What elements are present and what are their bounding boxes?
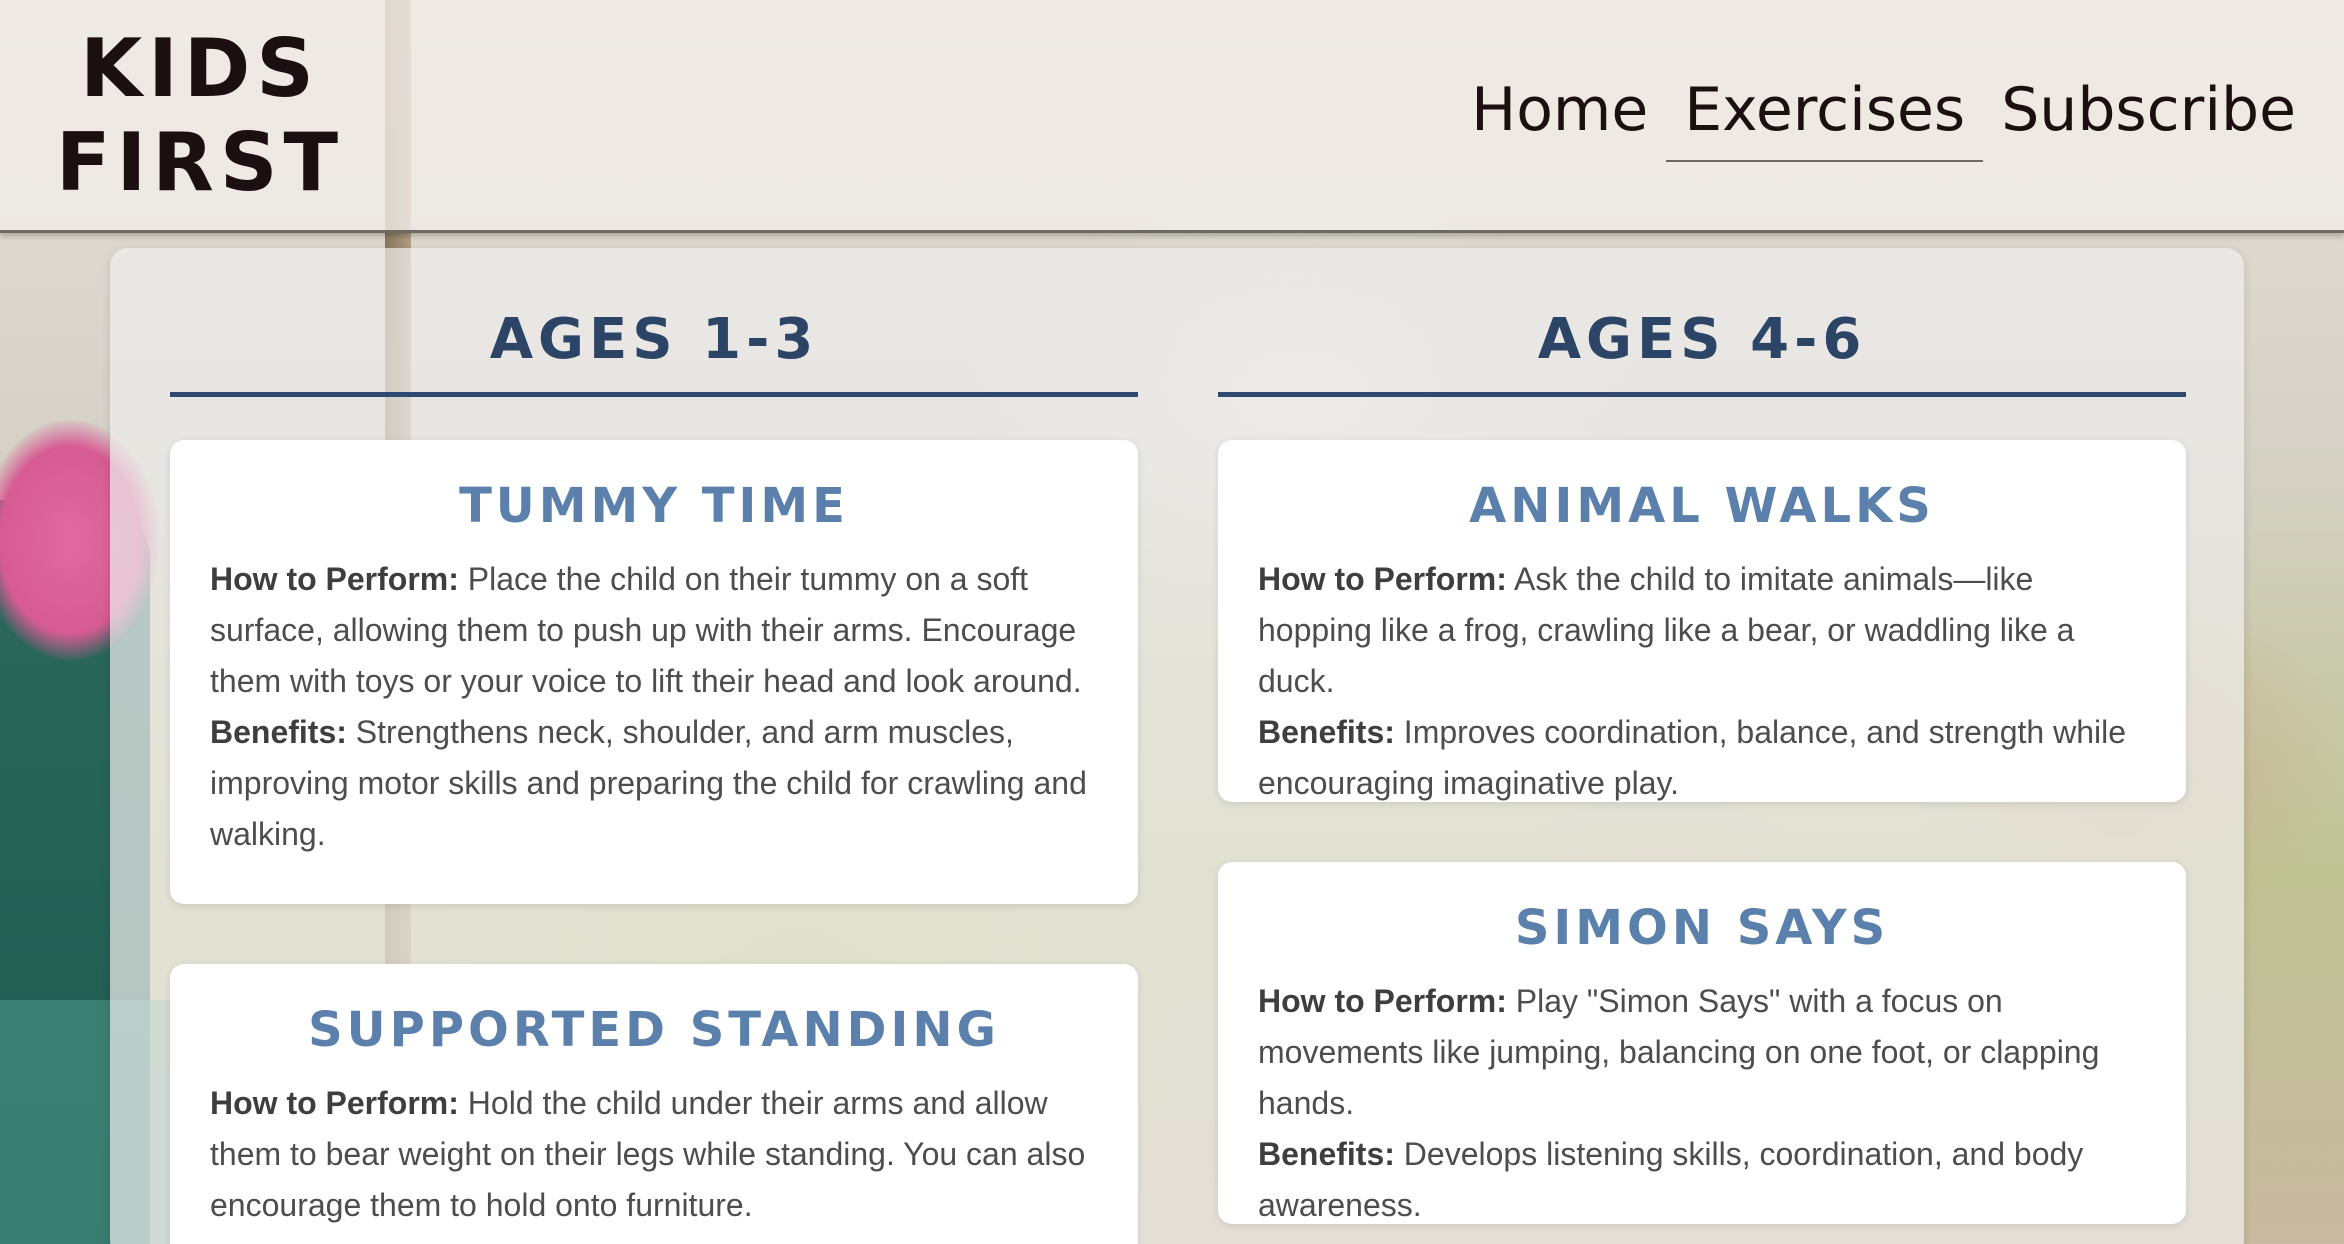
how-to-label: How to Perform:: [210, 1085, 459, 1121]
logo-line-2: FIRST: [55, 116, 345, 209]
exercise-card-tummy-time: TUMMY TIME How to Perform: Place the chi…: [170, 440, 1138, 904]
how-to-label: How to Perform:: [210, 561, 459, 597]
card-body: How to Perform: Play "Simon Says" with a…: [1258, 976, 2146, 1231]
logo-line-1: KIDS: [80, 22, 320, 115]
age-heading-4-6: AGES 4-6: [1218, 300, 2186, 397]
card-title: TUMMY TIME: [459, 478, 849, 534]
nav-link-subscribe[interactable]: Subscribe: [1983, 70, 2314, 162]
how-to-label: How to Perform:: [1258, 561, 1507, 597]
card-body: How to Perform: Ask the child to imitate…: [1258, 554, 2146, 809]
card-title: SIMON SAYS: [1514, 900, 1890, 956]
benefits-label: Benefits:: [1258, 1136, 1395, 1172]
site-logo[interactable]: KIDS FIRST: [40, 22, 360, 210]
card-body: How to Perform: Place the child on their…: [210, 554, 1098, 860]
exercise-card-supported-standing: SUPPORTED STANDING How to Perform: Hold …: [170, 964, 1138, 1244]
card-title: SUPPORTED STANDING: [308, 1002, 1000, 1058]
main-nav: Home Exercises Subscribe: [1453, 70, 2314, 162]
nav-link-exercises[interactable]: Exercises: [1666, 70, 1984, 162]
exercise-card-simon-says: SIMON SAYS How to Perform: Play "Simon S…: [1218, 862, 2186, 1224]
age-heading-1-3: AGES 1-3: [170, 300, 1138, 397]
card-body: How to Perform: Hold the child under the…: [210, 1078, 1098, 1231]
benefits-label: Benefits:: [210, 714, 347, 750]
nav-link-home[interactable]: Home: [1453, 70, 1666, 162]
benefits-label: Benefits:: [1258, 714, 1395, 750]
card-title: ANIMAL WALKS: [1469, 478, 1935, 534]
exercise-card-animal-walks: ANIMAL WALKS How to Perform: Ask the chi…: [1218, 440, 2186, 802]
how-to-label: How to Perform:: [1258, 983, 1507, 1019]
site-header: KIDS FIRST Home Exercises Subscribe: [0, 0, 2344, 233]
